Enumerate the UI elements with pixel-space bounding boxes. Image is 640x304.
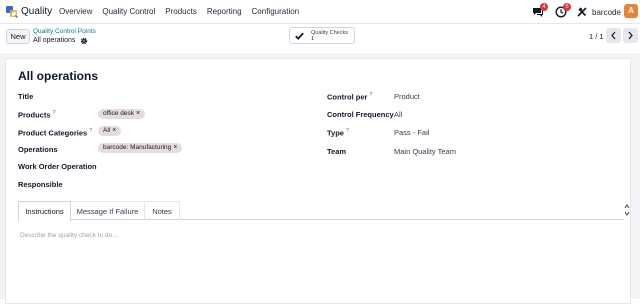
label-operations: Operations: [18, 145, 58, 154]
help-tooltip-icon[interactable]: ?: [346, 128, 349, 134]
tab-instructions[interactable]: Instructions: [18, 201, 71, 221]
pager-value[interactable]: 1 / 1: [589, 32, 604, 41]
chevron-left-icon: [611, 31, 616, 40]
menu-products[interactable]: Products: [165, 7, 197, 16]
company-switcher[interactable]: barcode: [592, 8, 621, 17]
label-products: Products ?: [18, 110, 56, 120]
top-navbar: Quality Overview Quality Control Product…: [0, 0, 640, 24]
label-team: Team: [327, 147, 347, 156]
tools-icon[interactable]: [576, 6, 588, 18]
breadcrumb-parent[interactable]: Quality Control Points: [33, 28, 96, 35]
category-tag[interactable]: All ×: [98, 126, 122, 136]
messages-badge: 4: [540, 3, 548, 11]
pager-next-button[interactable]: [623, 28, 638, 43]
control-panel: New Quality Control Points All operation…: [0, 24, 640, 53]
team-field[interactable]: Main Quality Team: [394, 147, 456, 156]
app-name[interactable]: Quality: [21, 6, 52, 17]
operation-tag[interactable]: barcode: Manufacturing ×: [98, 143, 183, 153]
control-per-field[interactable]: Product: [394, 92, 420, 101]
chevron-right-icon: [628, 31, 633, 40]
label-type: Type ?: [327, 128, 349, 138]
label-control-frequency: Control Frequency: [327, 110, 394, 119]
menu-reporting[interactable]: Reporting: [207, 7, 242, 16]
menu-overview[interactable]: Overview: [59, 7, 92, 16]
form-sheet: [5, 58, 631, 304]
new-button[interactable]: New: [6, 29, 30, 44]
help-tooltip-icon[interactable]: ?: [370, 92, 373, 98]
record-title[interactable]: All operations: [18, 69, 98, 83]
instructions-editor[interactable]: Describe the quality check to do...: [20, 232, 118, 239]
scroll-arrows-icon[interactable]: [624, 203, 630, 217]
label-title: Title: [18, 92, 34, 101]
check-icon: [295, 32, 304, 40]
tab-notes[interactable]: Notes: [145, 201, 180, 220]
control-frequency-field[interactable]: All: [394, 110, 402, 119]
tag-remove-icon[interactable]: ×: [136, 110, 140, 117]
breadcrumb-current: All operations: [33, 37, 76, 44]
help-tooltip-icon[interactable]: ?: [53, 110, 56, 116]
menu-quality-control[interactable]: Quality Control: [102, 7, 155, 16]
quality-app-icon[interactable]: [6, 6, 18, 18]
type-field[interactable]: Pass - Fail: [394, 128, 429, 137]
activity-badge: 5: [563, 3, 571, 11]
label-control-per: Control per ?: [327, 92, 373, 102]
menu-configuration[interactable]: Configuration: [252, 7, 300, 16]
label-work-order-operation: Work Order Operation: [18, 162, 97, 171]
tag-remove-icon[interactable]: ×: [112, 127, 116, 134]
tag-remove-icon[interactable]: ×: [173, 144, 177, 151]
label-responsible: Responsible: [18, 180, 63, 189]
help-tooltip-icon[interactable]: ?: [89, 128, 92, 134]
user-avatar[interactable]: A: [624, 4, 638, 18]
gear-icon[interactable]: [80, 37, 88, 45]
main-menu: Overview Quality Control Products Report…: [59, 7, 309, 16]
smart-button-label: Quality Checks: [311, 30, 348, 36]
pager-previous-button[interactable]: [606, 28, 621, 43]
tab-message-if-failure[interactable]: Message If Failure: [71, 201, 145, 220]
smart-button-value: 1: [311, 36, 315, 42]
product-tag[interactable]: office desk ×: [98, 109, 146, 119]
quality-checks-smart-button[interactable]: Quality Checks 1: [289, 27, 355, 44]
label-product-categories: Product Categories ?: [18, 128, 93, 138]
